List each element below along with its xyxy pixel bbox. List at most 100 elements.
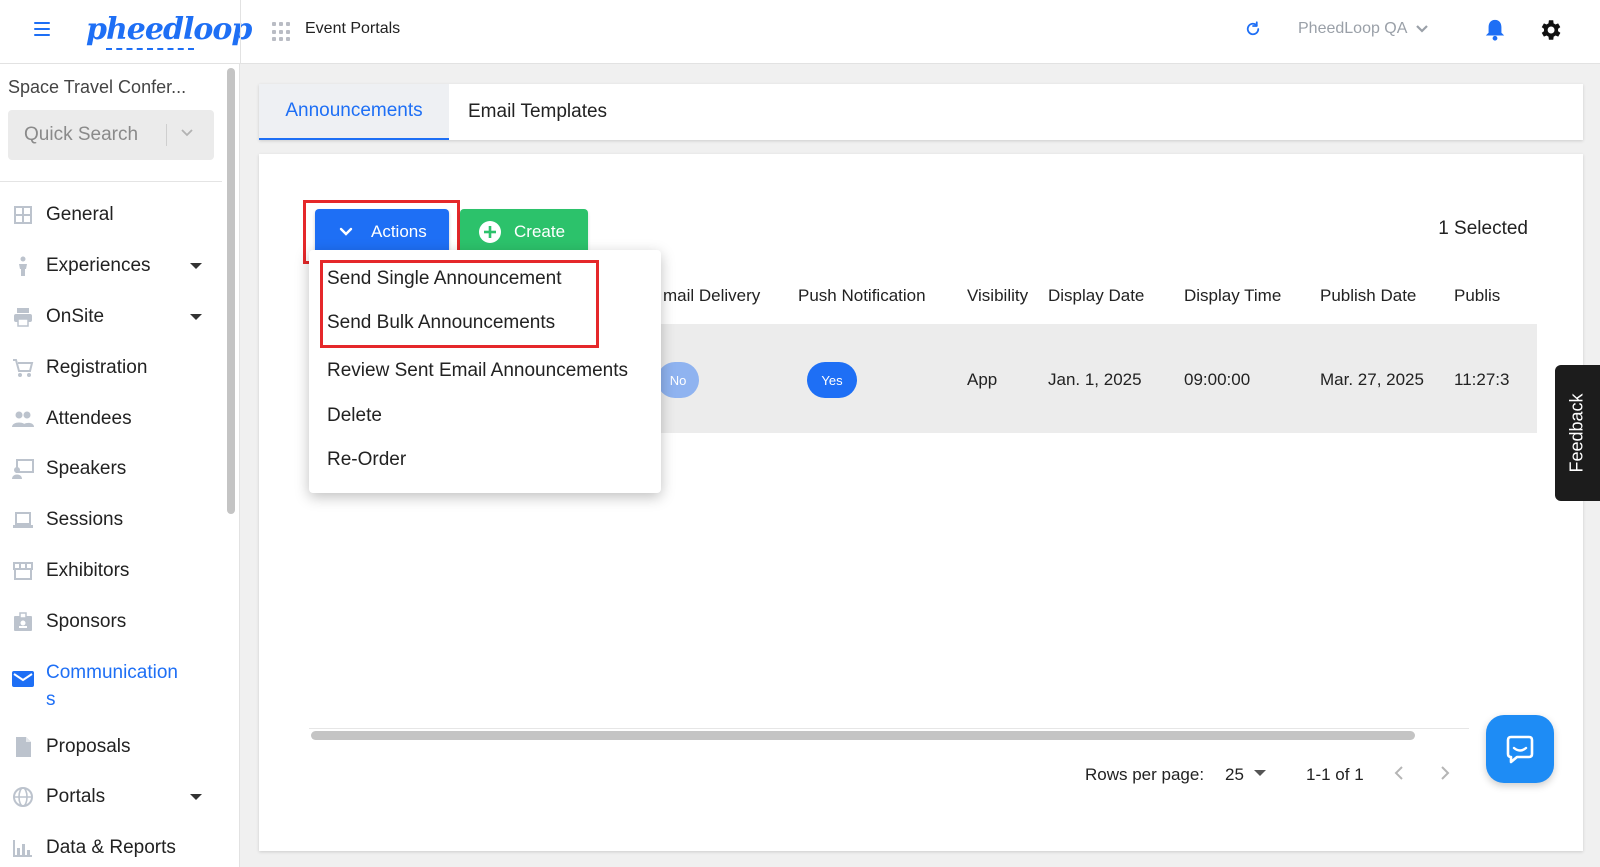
- menu-item-re-order[interactable]: Re-Order: [327, 449, 406, 471]
- sidebar-divider: [0, 181, 222, 182]
- chevron-left-icon[interactable]: [1393, 765, 1405, 781]
- gear-icon[interactable]: [1537, 17, 1563, 43]
- mail-icon: [12, 671, 34, 688]
- sidebar-item-speakers[interactable]: Speakers: [0, 444, 222, 495]
- chart-icon: [13, 840, 32, 858]
- quick-search-select[interactable]: Quick Search: [8, 110, 214, 160]
- sidebar-item-proposals[interactable]: Proposals: [0, 721, 222, 772]
- people-icon: [12, 411, 34, 427]
- sidebar-item-portals[interactable]: Portals: [0, 772, 222, 823]
- globe-icon: [13, 787, 33, 808]
- chevron-down-icon: [339, 227, 353, 236]
- sidebar-item-experiences[interactable]: Experiences: [0, 241, 222, 292]
- sidebar-item-exhibitors[interactable]: Exhibitors: [0, 546, 222, 597]
- sidebar-item-label: Data & Reports: [46, 837, 176, 859]
- cart-icon: [13, 358, 34, 377]
- actions-button[interactable]: Actions: [315, 209, 449, 255]
- feedback-label: Feedback: [1566, 393, 1587, 473]
- cell-publish-date: Mar. 27, 2025: [1320, 370, 1424, 389]
- apps-grid-icon[interactable]: [272, 22, 292, 42]
- top-bar: pheedloop Event Portals PheedLoop QA: [0, 0, 1600, 64]
- section-title: Event Portals: [305, 20, 401, 37]
- tab-email-templates[interactable]: Email Templates: [468, 84, 607, 140]
- logo-text: pheedloop: [86, 12, 252, 47]
- sidebar-item-label: OnSite: [46, 305, 105, 327]
- org-switcher[interactable]: PheedLoop QA: [1298, 20, 1429, 38]
- quick-search-separator: [166, 124, 167, 146]
- actions-dropdown-menu: Send Single Announcement Send Bulk Annou…: [309, 250, 661, 493]
- event-name[interactable]: Space Travel Confer...: [8, 77, 186, 98]
- sidebar-item-label: Sessions: [46, 509, 124, 531]
- chat-support-button[interactable]: [1486, 715, 1554, 783]
- cell-publish-time: 11:27:3: [1454, 370, 1510, 389]
- menu-item-send-single-announcement[interactable]: Send Single Announcement: [327, 268, 562, 290]
- tab-announcements[interactable]: Announcements: [259, 84, 449, 140]
- caret-down-icon: [190, 794, 202, 801]
- sidebar-item-label: Attendees: [46, 407, 132, 429]
- rows-per-page-select[interactable]: 25: [1225, 765, 1244, 785]
- store-icon: [13, 561, 33, 580]
- rows-per-page-label: Rows per page:: [1085, 765, 1205, 784]
- selected-count: 1 Selected: [1438, 218, 1528, 239]
- column-header-push-notification[interactable]: Push Notification: [798, 286, 926, 306]
- sidebar-item-registration[interactable]: Registration: [0, 342, 222, 393]
- hamburger-menu-icon[interactable]: [34, 22, 50, 36]
- cell-display-date: Jan. 1, 2025: [1048, 370, 1142, 389]
- column-header-email-delivery[interactable]: mail Delivery: [663, 286, 760, 306]
- menu-item-delete[interactable]: Delete: [327, 405, 382, 427]
- feedback-tab[interactable]: Feedback: [1555, 365, 1600, 501]
- sidebar-item-label: Portals: [46, 786, 106, 808]
- sidebar-scrollbar[interactable]: [227, 68, 235, 514]
- create-label: Create: [514, 222, 566, 241]
- push-notification-badge: Yes: [807, 362, 857, 398]
- sidebar-item-communications[interactable]: Communication s: [0, 647, 222, 721]
- sidebar-item-data-reports[interactable]: Data & Reports: [0, 823, 222, 867]
- column-header-visibility[interactable]: Visibility: [967, 286, 1028, 306]
- caret-down-icon: [190, 313, 202, 320]
- sidebar-item-general[interactable]: General: [0, 190, 222, 241]
- sidebar-item-label: General: [46, 204, 114, 226]
- pheedloop-logo[interactable]: pheedloop: [86, 6, 252, 56]
- pagination-range: 1-1 of 1: [1306, 765, 1364, 784]
- chevron-right-icon[interactable]: [1439, 765, 1451, 781]
- caret-down-icon: [190, 263, 202, 270]
- sidebar-item-label: Proposals: [46, 735, 131, 757]
- laptop-icon: [13, 512, 33, 529]
- actions-label: Actions: [371, 222, 427, 241]
- sidebar: Space Travel Confer... Quick Search Gene…: [0, 64, 240, 867]
- sidebar-item-label: Speakers: [46, 458, 127, 480]
- logo-underline: [106, 48, 194, 50]
- chevron-down-icon: [181, 129, 193, 137]
- menu-item-send-bulk-announcements[interactable]: Send Bulk Announcements: [327, 312, 555, 334]
- bell-icon[interactable]: [1484, 18, 1506, 42]
- create-button[interactable]: Create: [460, 209, 588, 255]
- sidebar-item-attendees[interactable]: Attendees: [0, 393, 222, 444]
- announcements-panel: Actions Create 1 Selected mail Delivery …: [259, 154, 1583, 851]
- cell-display-time: 09:00:00: [1184, 370, 1251, 389]
- column-header-publish-time[interactable]: Publis: [1454, 286, 1500, 306]
- sidebar-item-sponsors[interactable]: Sponsors: [0, 596, 222, 647]
- menu-item-review-sent-email-announcements[interactable]: Review Sent Email Announcements: [327, 360, 628, 382]
- table-horizontal-scrollbar[interactable]: [311, 731, 1415, 740]
- badge-icon: [14, 612, 32, 631]
- presenter-icon: [12, 459, 34, 480]
- column-header-display-date[interactable]: Display Date: [1048, 286, 1144, 306]
- column-header-publish-date[interactable]: Publish Date: [1320, 286, 1416, 306]
- column-header-display-time[interactable]: Display Time: [1184, 286, 1281, 306]
- email-delivery-badge: No: [657, 362, 699, 398]
- org-name: PheedLoop QA: [1298, 20, 1408, 37]
- topbar-divider: [240, 0, 241, 64]
- sidebar-item-label: Sponsors: [46, 610, 127, 632]
- sidebar-item-label: Registration: [46, 356, 148, 378]
- sidebar-item-label: Exhibitors: [46, 559, 130, 581]
- document-icon: [16, 736, 31, 757]
- sidebar-item-onsite[interactable]: OnSite: [0, 292, 222, 343]
- caret-down-icon[interactable]: [1254, 770, 1266, 776]
- sidebar-nav: General Experiences OnSite Registration …: [0, 190, 222, 867]
- plus-circle-icon: [479, 221, 501, 243]
- refresh-icon[interactable]: [1244, 20, 1262, 38]
- sidebar-item-label: Communication s: [46, 662, 178, 711]
- sidebar-item-sessions[interactable]: Sessions: [0, 495, 222, 546]
- printer-icon: [14, 307, 32, 327]
- person-icon: [19, 256, 27, 277]
